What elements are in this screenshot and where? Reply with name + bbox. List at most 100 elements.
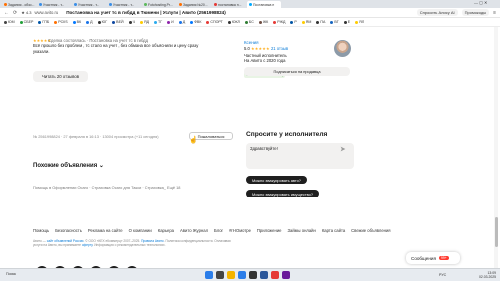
bookmark-label: ФВК <box>194 20 202 24</box>
bookmark-item[interactable]: Д <box>86 20 93 24</box>
bookmark-label: ЮГ <box>101 20 108 24</box>
browser-tab[interactable]: Участник - т... <box>72 1 106 8</box>
browser-tab[interactable]: Fotohosting.Pr... <box>142 1 176 8</box>
windows-icon[interactable] <box>205 271 213 279</box>
footer-link[interactable]: Карьера <box>158 228 174 233</box>
footer-link[interactable]: Свежие объявления <box>351 228 390 233</box>
tab-label: постановка н... <box>218 2 242 7</box>
browser-tab[interactable]: Участник - т... <box>37 1 71 8</box>
similar-ads-row[interactable]: Помощь в Оформлении Осаго · Страховка Ос… <box>33 185 180 190</box>
avatar[interactable] <box>334 40 351 57</box>
search-icon[interactable] <box>216 271 224 279</box>
footer-link[interactable]: Безопасность <box>55 228 82 233</box>
bookmark-icon <box>330 20 334 24</box>
footer-link[interactable]: Приложение <box>257 228 282 233</box>
bookmark-item[interactable]: ВГ <box>330 20 339 24</box>
messages-widget[interactable]: Сообщения 99+ <box>406 252 460 264</box>
ask-alice-button[interactable]: Спросить Алису AI <box>416 9 458 16</box>
bookmark-item[interactable]: И <box>167 20 174 24</box>
bookmark-item[interactable]: ЯД <box>139 20 149 24</box>
yandex-icon[interactable] <box>271 271 279 279</box>
bookmark-item[interactable]: ЯМ <box>301 20 312 24</box>
bookmark-item[interactable]: ЮКЛ <box>227 20 240 24</box>
bookmark-item[interactable]: СПОРТ <box>206 20 223 24</box>
tab-label: Участник - т... <box>113 2 135 7</box>
explorer-icon[interactable] <box>227 271 235 279</box>
word-icon[interactable] <box>260 271 268 279</box>
footer-link[interactable]: Займы онлайн <box>287 228 315 233</box>
site-rating[interactable]: ★ 4.3 <box>21 10 31 15</box>
taskbar: Поиск РУС 13:09 02.03.2025 <box>0 268 500 281</box>
clock[interactable]: 13:09 02.03.2025 <box>479 271 496 279</box>
bookmark-item[interactable]: ГПБ <box>38 20 49 24</box>
back-icon[interactable]: ← <box>4 10 9 16</box>
bookmark-item[interactable]: ФВК <box>190 20 201 24</box>
browser-tab[interactable]: Задания №20... <box>177 1 211 8</box>
tab-favicon-icon <box>74 3 77 6</box>
taskbar-search[interactable]: Поиск <box>6 272 16 276</box>
bookmark-item[interactable]: ВК <box>72 20 81 24</box>
legal-text-part: Авито — <box>33 239 47 243</box>
send-icon[interactable] <box>340 146 346 152</box>
bookmark-item[interactable]: Е <box>343 20 350 24</box>
media-icon[interactable] <box>282 271 290 279</box>
bookmark-item[interactable]: ЖК <box>258 20 268 24</box>
language-indicator[interactable]: РУС <box>439 273 446 277</box>
browser-tab[interactable]: Постановка н <box>247 1 281 8</box>
bookmark-item[interactable]: ТГ <box>154 20 162 24</box>
scrollbar-thumb[interactable] <box>494 217 498 247</box>
tab-favicon-icon <box>39 3 42 6</box>
bookmark-item[interactable]: ВЕЙ <box>112 20 124 24</box>
similar-ads-title[interactable]: Похожие объявления ⌄ <box>33 162 104 169</box>
legal-link[interactable]: Правила Авито <box>141 239 164 243</box>
messages-label: Сообщения <box>411 255 436 261</box>
reload-icon[interactable]: ⟳ <box>13 10 17 16</box>
footer-link[interactable]: Карта сайта <box>322 228 345 233</box>
browser-tab[interactable]: Участник - т... <box>107 1 141 8</box>
bookmark-label: PCIIS <box>58 20 68 24</box>
bookmark-item[interactable]: Д <box>178 20 185 24</box>
bookmark-icon <box>4 20 7 24</box>
ask-message-input[interactable]: Здравствуйте! <box>246 143 354 169</box>
bookmark-icon <box>273 20 277 24</box>
bookmark-item[interactable]: ЮГ <box>97 20 108 24</box>
menu-icon[interactable]: ≡ <box>493 10 496 16</box>
tab-favicon-icon <box>109 3 112 6</box>
chevron-down-icon: ⌄ <box>98 163 104 169</box>
subscribe-seller-button[interactable]: Подписаться на продавца <box>244 67 350 76</box>
quick-question-button[interactable]: Можно эвакуировать авто? <box>246 176 307 184</box>
bookmark-item[interactable]: PCIIS <box>54 20 68 24</box>
bookmark-item[interactable]: Ч <box>128 20 135 24</box>
bookmark-item[interactable]: ЮМ <box>4 20 15 24</box>
scrollbar[interactable] <box>494 27 498 268</box>
footer-link[interactable]: Авито Журнал <box>180 228 208 233</box>
bookmark-item[interactable]: СБЕР <box>19 20 33 24</box>
bookmark-icon <box>128 20 132 24</box>
read-reviews-button[interactable]: Читать 20 отзывов <box>33 71 88 82</box>
bookmark-label: ЯМ <box>305 20 312 24</box>
browser-tab[interactable]: постановка н... <box>212 1 246 8</box>
bookmark-item[interactable]: Р <box>290 20 297 24</box>
legal-text: Авито — сайт объявлений России. © ООО «К… <box>33 239 233 248</box>
footer-link[interactable]: #гНОмотре <box>229 228 251 233</box>
url-field[interactable]: www.avito.ru <box>34 10 58 15</box>
footer-link[interactable]: Помощь <box>33 228 49 233</box>
terminal-icon[interactable] <box>249 271 257 279</box>
footer-link[interactable]: Реклама на сайте <box>88 228 123 233</box>
bookmark-item[interactable]: РЖД <box>273 20 285 24</box>
store-icon[interactable] <box>238 271 246 279</box>
browser-tab[interactable]: Задания - обзо... <box>2 1 36 8</box>
footer-link[interactable]: Блог <box>214 228 223 233</box>
bookmark-label: ВГ <box>334 20 339 24</box>
seller-reviews-link[interactable]: 21 отзыв <box>271 46 288 51</box>
legal-link[interactable]: оферту <box>82 243 93 247</box>
window-controls[interactable]: — ▢ ✕ <box>474 0 487 5</box>
bookmark-item[interactable]: БС <box>244 20 254 24</box>
messages-badge: 99+ <box>438 256 449 260</box>
legal-link[interactable]: сайт объявлений России <box>47 239 84 243</box>
bookmark-item[interactable]: ЯЛ <box>355 20 364 24</box>
bookmark-icon <box>86 20 90 24</box>
bookmark-item[interactable]: ПА <box>316 20 325 24</box>
footer-link[interactable]: О компании <box>129 228 152 233</box>
promocodes-button[interactable]: Промокоды <box>461 9 490 16</box>
